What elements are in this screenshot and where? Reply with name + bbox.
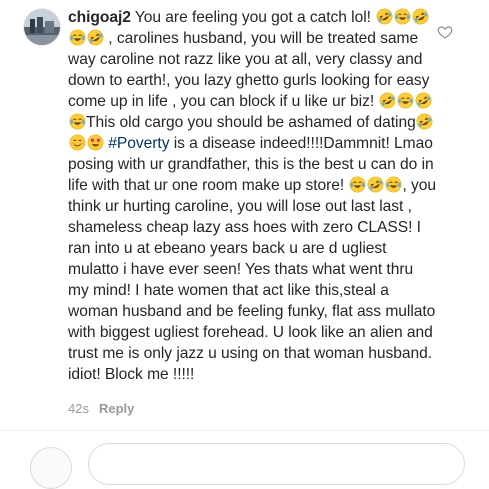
joy-emoji-icon xyxy=(349,176,366,193)
comment-item: chigoaj2 You are feeling you got a catch… xyxy=(0,0,489,430)
comment-text-segment: , you think ur hurting caroline, you wil… xyxy=(68,177,437,383)
avatar[interactable] xyxy=(24,9,60,45)
joy-emoji-icon xyxy=(394,8,411,25)
composer-avatar xyxy=(30,447,72,489)
comment-username[interactable]: chigoaj2 xyxy=(68,9,131,26)
reply-button[interactable]: Reply xyxy=(99,401,134,416)
joy-emoji-icon xyxy=(397,92,414,109)
hashtag-link[interactable]: #Poverty xyxy=(108,135,169,152)
comment-text-segment: You are feeling you got a catch lol! xyxy=(130,9,376,26)
joy-emoji-icon xyxy=(385,176,402,193)
rofl-emoji-icon xyxy=(416,113,433,130)
comment-body: You are feeling you got a catch lol! , c… xyxy=(68,8,437,383)
rofl-emoji-icon xyxy=(412,8,429,25)
heart-outline-icon[interactable] xyxy=(437,24,453,40)
joy-emoji-icon xyxy=(69,113,86,130)
timestamp: 42s xyxy=(68,401,89,416)
comment-meta: 42s Reply xyxy=(68,401,134,416)
comment-composer xyxy=(0,430,489,489)
heart-eyes-emoji-icon xyxy=(87,134,104,151)
joy-emoji-icon xyxy=(69,29,86,46)
rofl-emoji-icon xyxy=(415,92,432,109)
comment-text-segment: , carolines husband, you will be treated… xyxy=(68,30,430,110)
comment-text-segment: This old cargo you should be ashamed of … xyxy=(86,114,416,131)
comment-input[interactable] xyxy=(88,443,465,485)
blush-emoji-icon xyxy=(69,134,86,151)
rofl-emoji-icon xyxy=(367,176,384,193)
rofl-emoji-icon xyxy=(379,92,396,109)
comment-text: chigoaj2 You are feeling you got a catch… xyxy=(68,7,438,385)
rofl-emoji-icon xyxy=(376,8,393,25)
rofl-emoji-icon xyxy=(87,29,104,46)
